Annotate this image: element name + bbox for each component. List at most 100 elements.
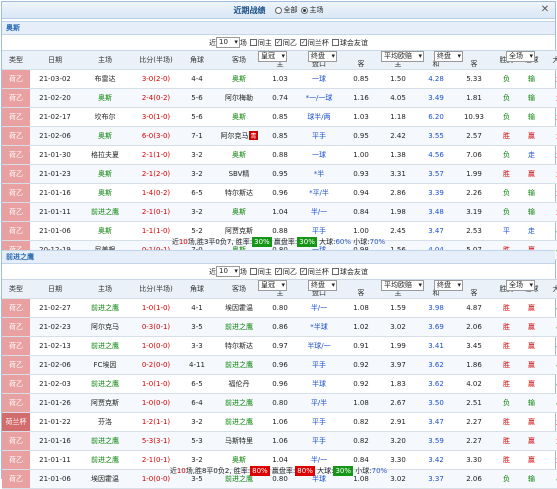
- table-row[interactable]: 荷乙 21-01-16 奥斯 1-4(0-2) 6-5 特尔斯达 0.96 *平/半 0.94 2…: [2, 183, 557, 203]
- home-team[interactable]: 布雷达: [80, 69, 130, 89]
- home-team[interactable]: 前进之鹰: [80, 202, 130, 222]
- handicap-result: 输: [519, 393, 544, 413]
- away-team[interactable]: 前进之鹰: [212, 355, 266, 375]
- away-team[interactable]: 特尔斯达: [212, 336, 266, 356]
- table-row[interactable]: 荷乙 21-01-23 奥斯 2-1(2-0) 3-2 SBV精 0.95 *半 0.93 3.3…: [2, 164, 557, 184]
- score[interactable]: 1-2(1-1): [130, 412, 182, 432]
- count-select[interactable]: 10: [216, 37, 240, 48]
- home-team[interactable]: 芬洛: [80, 412, 130, 432]
- score[interactable]: 5-3(3-1): [130, 431, 182, 451]
- filter-label: 球会友谊: [339, 267, 368, 276]
- range-select[interactable]: 全场: [506, 280, 535, 291]
- home-team[interactable]: 奥斯: [80, 164, 130, 184]
- table-row[interactable]: 荷乙 21-01-16 前进之鹰 5-3(3-1) 5-3 马斯特里 1.06 平手 0.82 3…: [2, 431, 557, 451]
- table-row[interactable]: 荷乙 21-01-30 格拉夫夏 2-1(1-0) 3-2 奥斯 0.88 一球 1.00 1.3…: [2, 145, 557, 165]
- home-team[interactable]: 奥斯: [80, 88, 130, 108]
- away-team[interactable]: 奥斯: [212, 202, 266, 222]
- home-odds: 0.80: [266, 393, 294, 413]
- home-team[interactable]: 格拉夫夏: [80, 145, 130, 165]
- table-row[interactable]: 荷乙 21-02-03 前进之鹰 1-0(1-0) 6-5 福伦丹 0.96 半球 0.92 1.…: [2, 374, 557, 394]
- home-team[interactable]: 前进之鹰: [80, 336, 130, 356]
- count-select[interactable]: 10: [216, 266, 240, 277]
- filter-checkbox[interactable]: ✓: [274, 39, 282, 46]
- home-team[interactable]: 阿尔克马: [80, 317, 130, 337]
- score[interactable]: 1-0(0-0): [130, 336, 182, 356]
- table-row[interactable]: 荷兰杯 21-01-22 芬洛 1-2(1-1) 3-2 前进之鹰 1.06 平手 0.82 2.…: [2, 412, 557, 432]
- period-select[interactable]: 终盘: [308, 51, 337, 62]
- score[interactable]: 1-0(1-0): [130, 374, 182, 394]
- home-team[interactable]: 前进之鹰: [80, 298, 130, 318]
- score[interactable]: 3-0(1-0): [130, 107, 182, 127]
- table-row[interactable]: 荷乙 21-02-06 奥斯 6-0(3-0) 7-1 阿尔克马青 0.85 平手 0.95 2.…: [2, 126, 557, 146]
- score[interactable]: 3-0(2-0): [130, 69, 182, 89]
- filter-checkbox[interactable]: ✓: [299, 39, 307, 46]
- score[interactable]: 6-0(3-0): [130, 126, 182, 146]
- euro-home: 1.83: [378, 374, 418, 394]
- table-row[interactable]: 荷乙 21-03-02 布雷达 3-0(2-0) 4-4 奥斯 1.03 一球 0.85 1.50…: [2, 69, 557, 89]
- away-team[interactable]: 奥斯: [212, 107, 266, 127]
- odds-company-select[interactable]: 平均欧赔: [381, 280, 424, 291]
- filter-checkbox[interactable]: [249, 39, 257, 46]
- score[interactable]: 2-4(0-2): [130, 88, 182, 108]
- filter-label: 同兰杯: [307, 38, 329, 47]
- score[interactable]: 2-1(1-0): [130, 145, 182, 165]
- home-team[interactable]: 坎布尔: [80, 107, 130, 127]
- table-row[interactable]: 荷乙 21-02-13 前进之鹰 1-0(0-0) 3-3 特尔斯达 0.97 半球/一 0.9…: [2, 336, 557, 356]
- away-team[interactable]: SBV精: [212, 164, 266, 184]
- range-select[interactable]: 全场: [506, 51, 535, 62]
- score[interactable]: 1-0(1-0): [130, 298, 182, 318]
- score[interactable]: 0-2(0-0): [130, 355, 182, 375]
- table-row[interactable]: 荷乙 21-01-26 阿贾克斯 1-0(0-0) 6-4 前进之鹰 0.80 平/半 1.08…: [2, 393, 557, 413]
- table-row[interactable]: 荷乙 21-02-06 FC埃因 0-2(0-0) 4-11 前进之鹰 0.96 平手 0.92…: [2, 355, 557, 375]
- radio-all[interactable]: [274, 6, 282, 14]
- score[interactable]: 0-3(0-1): [130, 317, 182, 337]
- odds-period-select[interactable]: 终盘: [434, 280, 463, 291]
- euro-draw: 3.98: [418, 298, 454, 318]
- period-select[interactable]: 终盘: [308, 280, 337, 291]
- euro-draw: 3.69: [418, 317, 454, 337]
- home-team[interactable]: 奥斯: [80, 126, 130, 146]
- score[interactable]: 2-1(0-1): [130, 202, 182, 222]
- filter-checkbox[interactable]: ✓: [274, 268, 282, 275]
- home-team[interactable]: FC埃因: [80, 355, 130, 375]
- euro-draw: 3.49: [418, 88, 454, 108]
- close-icon[interactable]: ✕: [539, 4, 551, 16]
- table-row[interactable]: 荷乙 21-02-20 奥斯 2-4(0-2) 5-6 阿尔梅勒 0.74 *一/一球 1.16…: [2, 88, 557, 108]
- score[interactable]: 1-0(0-0): [130, 393, 182, 413]
- away-team[interactable]: 前进之鹰: [212, 412, 266, 432]
- filter-checkbox[interactable]: [331, 39, 339, 46]
- score[interactable]: 2-1(2-0): [130, 164, 182, 184]
- home-team[interactable]: 奥斯: [80, 183, 130, 203]
- filter-checkbox[interactable]: [249, 268, 257, 275]
- away-team[interactable]: 奥斯: [212, 69, 266, 89]
- away-odds: 1.08: [344, 298, 378, 318]
- table-row[interactable]: 荷乙 21-02-23 阿尔克马 0-3(0-1) 3-5 前进之鹰 0.86 *半球 1.02…: [2, 317, 557, 337]
- filter-checkbox[interactable]: ✓: [299, 268, 307, 275]
- away-team[interactable]: 马斯特里: [212, 431, 266, 451]
- table-row[interactable]: 荷乙 21-02-27 前进之鹰 1-0(1-0) 4-1 埃因霍温 0.80 半/一 1.08…: [2, 298, 557, 318]
- company-select[interactable]: 皇冠: [258, 51, 287, 62]
- odds-period-select[interactable]: 终盘: [434, 51, 463, 62]
- table-row[interactable]: 荷乙 21-02-17 坎布尔 3-0(1-0) 5-6 奥斯 0.85 球半/两 1.03 1.…: [2, 107, 557, 127]
- away-team[interactable]: 奥斯: [212, 145, 266, 165]
- radio-home[interactable]: [300, 6, 308, 14]
- away-team[interactable]: 前进之鹰: [212, 317, 266, 337]
- match-date: 21-02-03: [30, 374, 80, 394]
- home-team[interactable]: 阿贾克斯: [80, 393, 130, 413]
- away-team[interactable]: 阿尔梅勒: [212, 88, 266, 108]
- home-odds: 0.88: [266, 145, 294, 165]
- home-team[interactable]: 前进之鹰: [80, 431, 130, 451]
- corners: 6-5: [182, 374, 212, 394]
- odds-company-select[interactable]: 平均欧赔: [381, 51, 424, 62]
- score[interactable]: 1-4(0-2): [130, 183, 182, 203]
- away-team[interactable]: 阿尔克马青: [212, 126, 266, 146]
- home-team[interactable]: 前进之鹰: [80, 374, 130, 394]
- filter-checkbox[interactable]: [331, 268, 339, 275]
- home-odds: 0.80: [266, 298, 294, 318]
- table-row[interactable]: 荷乙 21-01-11 前进之鹰 2-1(0-1) 3-2 奥斯 1.04 半/一 0.84 1.…: [2, 202, 557, 222]
- away-team[interactable]: 前进之鹰: [212, 393, 266, 413]
- company-select[interactable]: 皇冠: [258, 280, 287, 291]
- away-team[interactable]: 特尔斯达: [212, 183, 266, 203]
- away-team[interactable]: 埃因霍温: [212, 298, 266, 318]
- away-team[interactable]: 福伦丹: [212, 374, 266, 394]
